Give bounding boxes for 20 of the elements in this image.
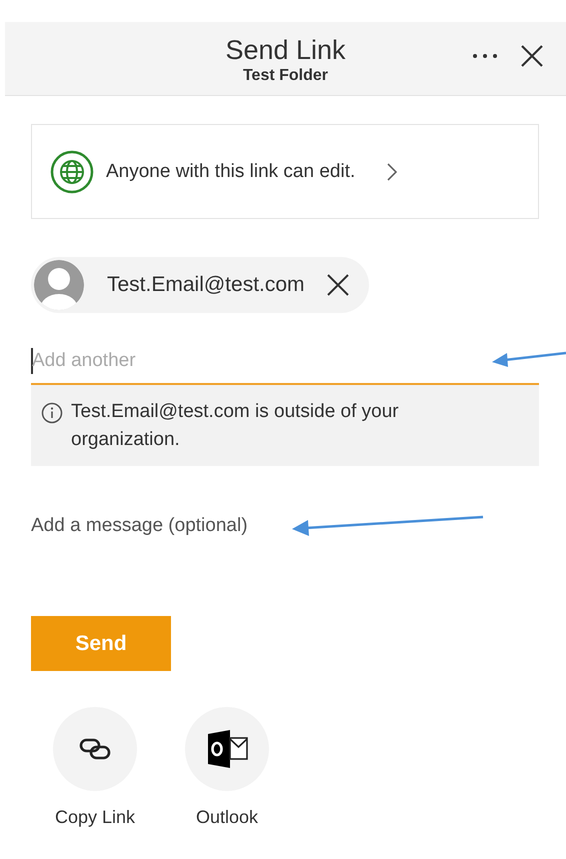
link-permission-button[interactable]: Anyone with this link can edit.	[31, 124, 539, 219]
close-icon	[520, 44, 544, 68]
recipient-chip[interactable]: Test.Email@test.com	[31, 257, 369, 313]
outlook-icon	[206, 728, 248, 770]
more-button[interactable]	[472, 53, 498, 59]
notice-text: Test.Email@test.com is outside of your organization.	[71, 400, 400, 452]
more-icon	[472, 53, 498, 59]
close-button[interactable]	[520, 44, 544, 68]
close-icon	[326, 274, 349, 296]
info-icon	[41, 402, 63, 424]
chevron-right-icon	[387, 162, 398, 180]
folder-name: Test Folder	[242, 66, 328, 86]
dialog-title: Send Link	[225, 34, 346, 66]
globe-icon	[50, 150, 94, 194]
option-label: Copy Link	[54, 807, 136, 828]
link-icon	[79, 738, 111, 760]
option-label: Outlook	[196, 807, 258, 828]
recipient-email: Test.Email@test.com	[107, 273, 305, 297]
remove-button[interactable]	[326, 274, 349, 296]
avatar-icon	[33, 259, 85, 311]
